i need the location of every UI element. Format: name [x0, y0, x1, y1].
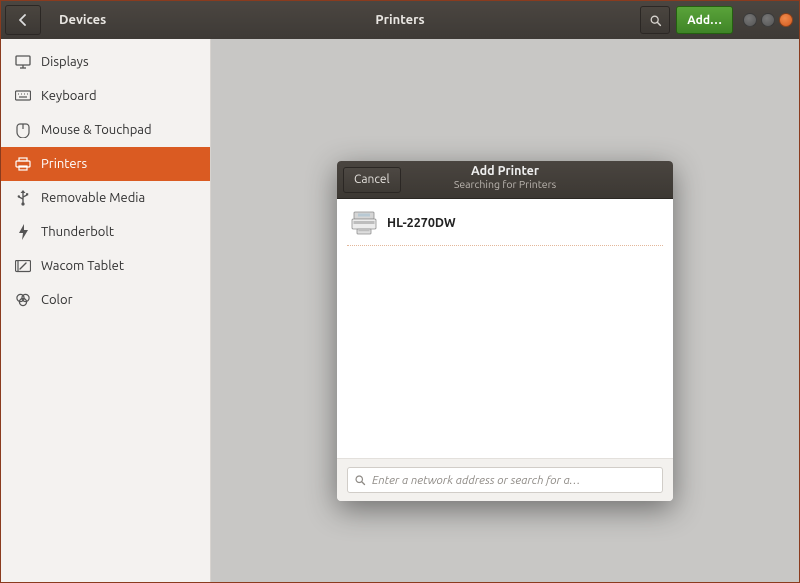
back-button[interactable]	[5, 5, 41, 35]
sidebar-item-removable[interactable]: Removable Media	[1, 181, 210, 215]
color-icon	[15, 292, 31, 308]
usb-icon	[15, 190, 31, 206]
page-title: Printers	[375, 13, 424, 27]
sidebar-item-label: Color	[41, 293, 73, 307]
thunderbolt-icon	[15, 224, 31, 240]
sidebar-item-keyboard[interactable]: Keyboard	[1, 79, 210, 113]
chevron-left-icon	[18, 14, 28, 26]
printer-list: HL-2270DW	[337, 199, 673, 458]
sidebar-item-color[interactable]: Color	[1, 283, 210, 317]
maximize-button[interactable]	[761, 13, 775, 27]
search-icon	[649, 14, 662, 27]
dialog-subtitle: Searching for Printers	[454, 179, 556, 191]
dialog-title: Add Printer	[454, 165, 556, 179]
dialog-titles: Add Printer Searching for Printers	[454, 165, 556, 190]
sidebar-item-label: Displays	[41, 55, 89, 69]
cancel-button-label: Cancel	[354, 173, 390, 186]
sidebar-item-label: Wacom Tablet	[41, 259, 124, 273]
titlebar: Devices Printers Add…	[1, 1, 799, 39]
printer-list-item[interactable]: HL-2270DW	[347, 205, 663, 246]
sidebar-item-mouse[interactable]: Mouse & Touchpad	[1, 113, 210, 147]
window-controls	[743, 13, 793, 27]
main-area: Displays Keyboard Mouse & Touchpad Print…	[1, 39, 799, 582]
keyboard-icon	[15, 88, 31, 104]
sidebar: Displays Keyboard Mouse & Touchpad Print…	[1, 39, 211, 582]
network-search-input[interactable]	[372, 474, 656, 487]
add-button[interactable]: Add…	[676, 6, 733, 34]
minimize-button[interactable]	[743, 13, 757, 27]
printer-device-icon	[351, 211, 377, 235]
dialog-footer	[337, 458, 673, 501]
search-button[interactable]	[640, 6, 670, 34]
sidebar-item-printers[interactable]: Printers	[1, 147, 210, 181]
add-printer-dialog: Cancel Add Printer Searching for Printer…	[337, 161, 673, 501]
sidebar-item-wacom[interactable]: Wacom Tablet	[1, 249, 210, 283]
sidebar-item-thunderbolt[interactable]: Thunderbolt	[1, 215, 210, 249]
display-icon	[15, 54, 31, 70]
sidebar-item-label: Thunderbolt	[41, 225, 114, 239]
close-button[interactable]	[779, 13, 793, 27]
mouse-icon	[15, 122, 31, 138]
sidebar-item-label: Mouse & Touchpad	[41, 123, 152, 137]
sidebar-item-label: Removable Media	[41, 191, 145, 205]
search-field-wrapper[interactable]	[347, 467, 663, 493]
titlebar-left: Devices	[1, 5, 106, 35]
dialog-header: Cancel Add Printer Searching for Printer…	[337, 161, 673, 199]
printer-name: HL-2270DW	[387, 216, 456, 230]
sidebar-item-label: Printers	[41, 157, 87, 171]
tablet-icon	[15, 258, 31, 274]
settings-window: Devices Printers Add… Displays	[0, 0, 800, 583]
printer-icon	[15, 156, 31, 172]
cancel-button[interactable]: Cancel	[343, 167, 401, 193]
category-title: Devices	[59, 13, 106, 27]
content-area: Cancel Add Printer Searching for Printer…	[211, 39, 799, 582]
add-button-label: Add…	[687, 14, 722, 27]
titlebar-right: Add…	[640, 6, 799, 34]
search-icon	[354, 474, 366, 486]
sidebar-item-displays[interactable]: Displays	[1, 45, 210, 79]
sidebar-item-label: Keyboard	[41, 89, 97, 103]
